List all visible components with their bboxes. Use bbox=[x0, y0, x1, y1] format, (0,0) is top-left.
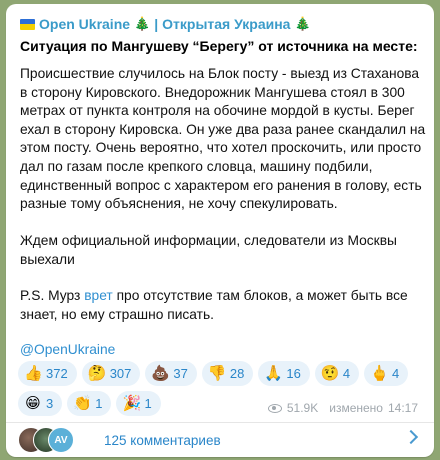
reaction-count: 372 bbox=[46, 366, 68, 381]
reaction-thumbs-down[interactable]: 👎 28 bbox=[201, 361, 254, 386]
ps-link[interactable]: врет bbox=[84, 288, 113, 303]
clapping-hands-icon: 👏 bbox=[73, 394, 92, 412]
reaction-count: 1 bbox=[95, 396, 103, 411]
channel-separator: | bbox=[154, 16, 159, 32]
reaction-grin[interactable]: 😁 3 bbox=[18, 391, 63, 416]
channel-name-ru: Открытая Украина bbox=[162, 16, 291, 32]
christmas-tree-icon: 🎄 bbox=[134, 16, 151, 31]
channel-mention-link[interactable]: @OpenUkraine bbox=[20, 341, 428, 360]
reaction-middle-finger[interactable]: 🖕 4 bbox=[364, 361, 409, 386]
message-bubble: Open Ukraine 🎄 | Открытая Украина 🎄 Ситу… bbox=[6, 4, 434, 457]
ukraine-flag-icon bbox=[20, 18, 35, 30]
view-count: 51.9K bbox=[286, 401, 319, 415]
post-headline: Ситуация по Мангушеву “Берегу” от источн… bbox=[20, 38, 418, 54]
eye-icon bbox=[267, 403, 282, 413]
christmas-tree-icon: 🎄 bbox=[294, 16, 311, 31]
reaction-pray[interactable]: 🙏 16 bbox=[258, 361, 310, 386]
reaction-count: 4 bbox=[342, 366, 351, 381]
reaction-count: 3 bbox=[46, 396, 54, 411]
reaction-raised-eyebrow[interactable]: 🤨 4 bbox=[314, 361, 360, 386]
ps-text-start: P.S. Мурз bbox=[20, 288, 85, 303]
channel-title[interactable]: Open Ukraine 🎄 | Открытая Украина 🎄 bbox=[20, 14, 311, 34]
avatar: AV bbox=[48, 427, 74, 453]
edited-label: изменено bbox=[329, 401, 383, 415]
comments-button[interactable]: AV 125 комментариев bbox=[6, 423, 434, 457]
channel-name: Open Ukraine bbox=[39, 16, 131, 32]
thinking-face-icon: 🤔 bbox=[87, 364, 107, 382]
comments-count-label: 125 комментариев bbox=[104, 432, 221, 448]
poop-icon: 💩 bbox=[151, 364, 171, 382]
reaction-party[interactable]: 🎉 1 bbox=[116, 391, 161, 416]
reaction-count: 28 bbox=[229, 366, 245, 381]
message-time: 14:17 bbox=[387, 401, 418, 415]
praying-hands-icon: 🙏 bbox=[264, 364, 284, 382]
chevron-right-icon bbox=[403, 429, 419, 445]
middle-finger-icon: 🖕 bbox=[370, 364, 389, 382]
thumbs-up-icon: 👍 bbox=[24, 364, 43, 382]
post-ps: P.S. Мурз врет про отсутствие там блоков… bbox=[20, 287, 428, 324]
party-popper-icon: 🎉 bbox=[122, 394, 142, 412]
reaction-count: 16 bbox=[286, 366, 301, 381]
message-meta: 51.9K изменено 14:17 bbox=[267, 401, 418, 415]
reaction-thumbs-up[interactable]: 👍 372 bbox=[18, 361, 77, 386]
thumbs-down-icon: 👎 bbox=[207, 364, 227, 382]
post-paragraph-2: Ждем официальной информации, следователи… bbox=[20, 233, 397, 267]
reaction-count: 1 bbox=[144, 396, 152, 411]
post-paragraph-1: Происшествие случилось на Блок посту - в… bbox=[20, 66, 426, 212]
reaction-poop[interactable]: 💩 37 bbox=[145, 361, 197, 386]
reaction-count: 4 bbox=[392, 366, 400, 381]
raised-eyebrow-icon: 🤨 bbox=[320, 364, 340, 382]
grinning-face-icon: 😁 bbox=[25, 394, 41, 412]
reaction-count: 307 bbox=[109, 366, 132, 381]
reaction-count: 37 bbox=[173, 366, 188, 381]
reaction-clap[interactable]: 👏 1 bbox=[67, 391, 112, 416]
reaction-thinking[interactable]: 🤔 307 bbox=[81, 361, 141, 386]
commenter-avatars: AV bbox=[18, 427, 98, 453]
